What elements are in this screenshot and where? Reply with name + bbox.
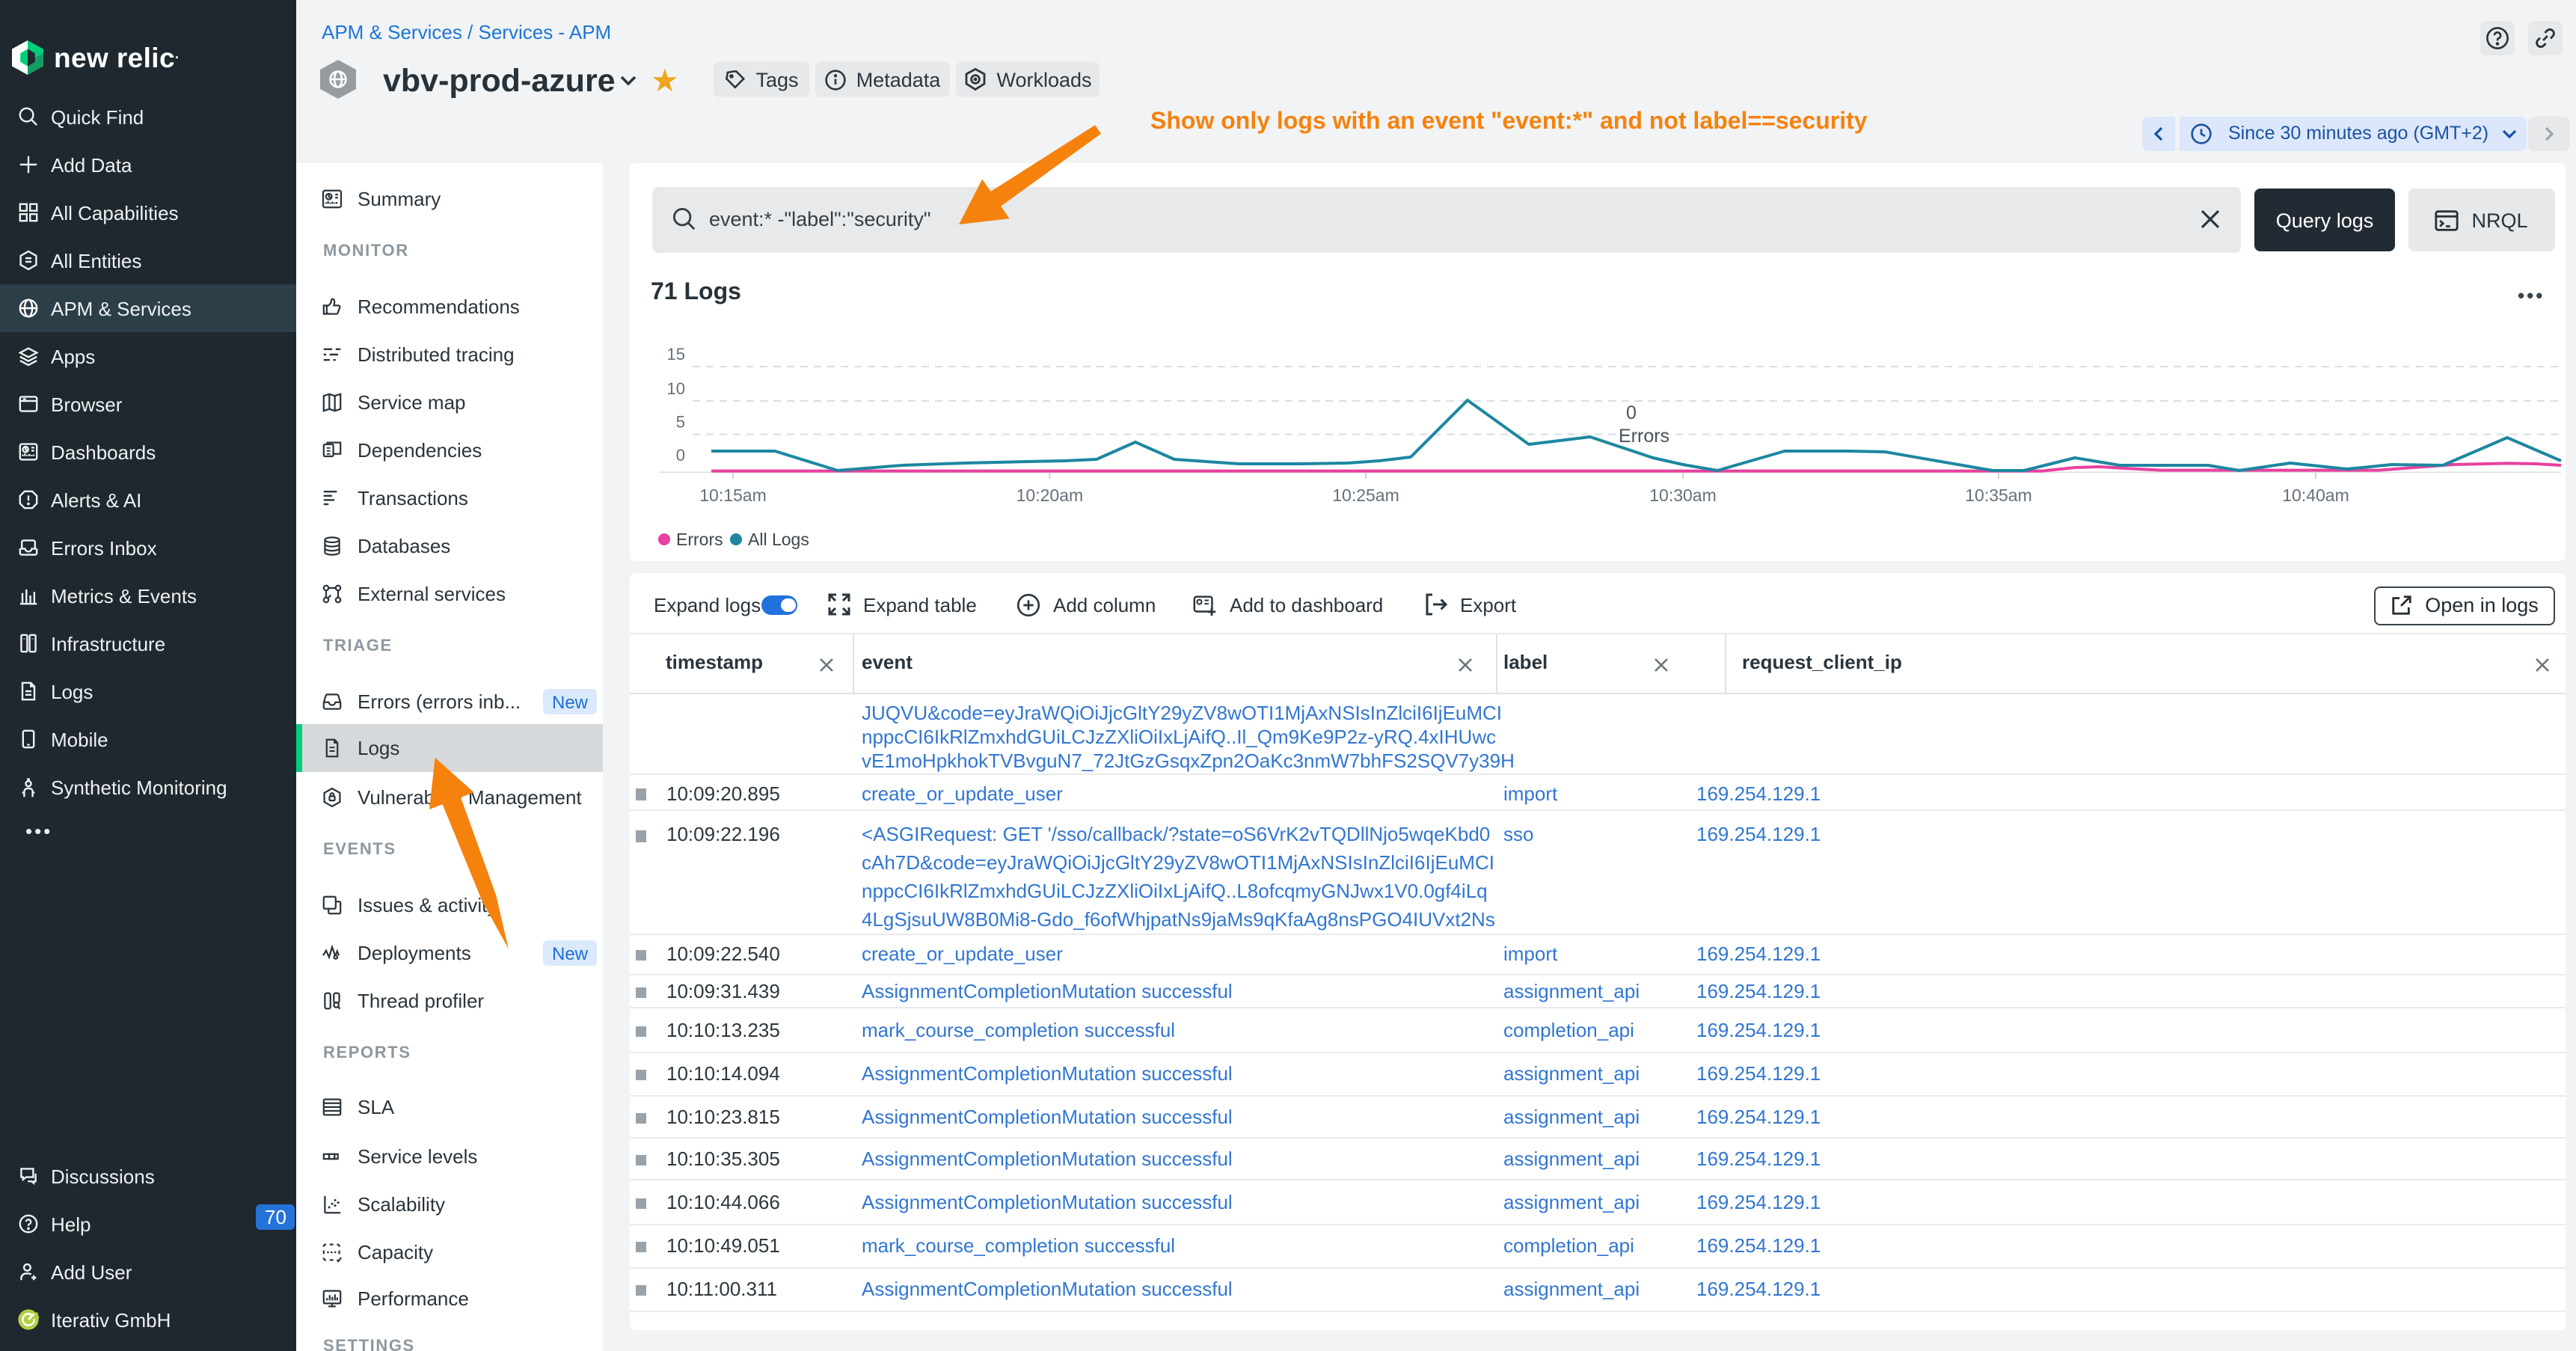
svg-text:0: 0 [1626,402,1637,423]
svg-text:15: 15 [667,345,685,364]
svg-text:0: 0 [676,446,685,465]
svg-text:All Logs: All Logs [748,530,809,549]
svg-text:10:35am: 10:35am [1965,485,2032,505]
svg-text:5: 5 [676,413,685,432]
svg-text:10:15am: 10:15am [699,485,767,505]
svg-text:10:30am: 10:30am [1649,485,1717,505]
svg-text:Errors: Errors [1619,426,1669,447]
svg-text:10:20am: 10:20am [1016,485,1084,505]
svg-text:Errors: Errors [676,530,723,549]
svg-text:10:25am: 10:25am [1332,485,1399,505]
svg-text:10:40am: 10:40am [2282,485,2349,505]
svg-text:10: 10 [667,379,685,398]
